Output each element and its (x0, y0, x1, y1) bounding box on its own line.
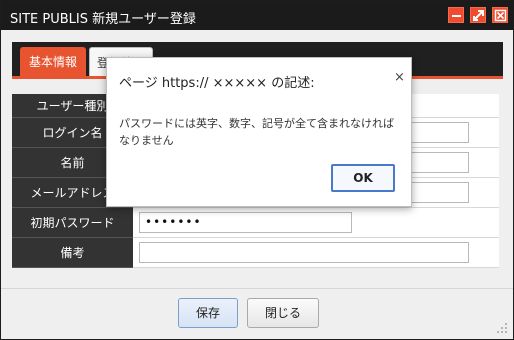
notes-cell (133, 238, 499, 268)
maximize-icon[interactable] (470, 7, 486, 23)
minimize-icon[interactable] (448, 7, 464, 23)
title-bar[interactable]: SITE PUBLIS 新規ユーザー登録 (1, 1, 513, 30)
password-input[interactable]: ••••••• (139, 212, 352, 233)
password-label: 初期パスワード (12, 208, 133, 238)
ok-button[interactable]: OK (331, 164, 395, 192)
dialog-title: ページ https:// ××××× の記述: (119, 76, 315, 91)
password-cell: ••••••• (133, 208, 499, 238)
dialog-message: パスワードには英字、数字、記号が全て含まれなければなりません (119, 117, 394, 147)
row-password: 初期パスワード ••••••• (12, 208, 499, 238)
dialog-close-icon[interactable]: × (394, 70, 405, 85)
notes-input[interactable] (139, 242, 469, 263)
tab-basic-info[interactable]: 基本情報 (20, 47, 86, 77)
close-button[interactable]: 閉じる (247, 298, 319, 328)
row-notes: 備考 (12, 238, 499, 268)
alert-dialog: ページ https:// ××××× の記述: × パスワードには英字、数字、記… (106, 57, 412, 207)
save-button[interactable]: 保存 (178, 298, 238, 328)
footer-divider (1, 288, 513, 289)
resize-grip-icon[interactable] (495, 321, 509, 335)
notes-label: 備考 (12, 238, 133, 268)
close-icon[interactable] (492, 7, 508, 23)
window-title: SITE PUBLIS 新規ユーザー登録 (10, 12, 196, 27)
